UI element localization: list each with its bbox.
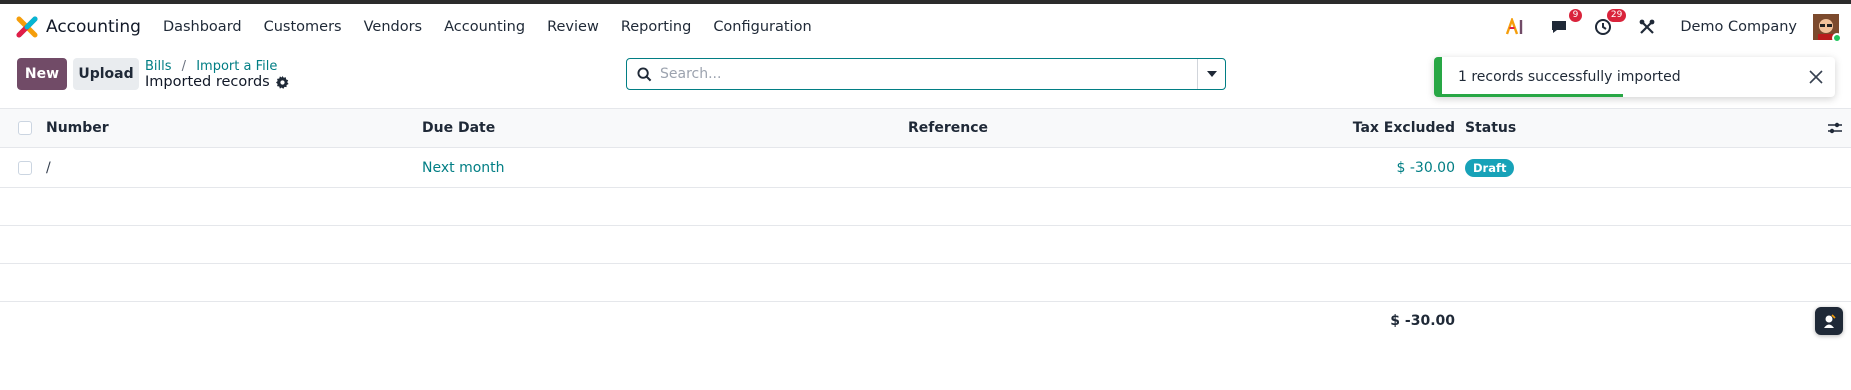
menu-vendors[interactable]: Vendors (364, 19, 423, 35)
menu-review[interactable]: Review (547, 19, 599, 35)
app-name: Accounting (46, 17, 141, 37)
tools-icon[interactable] (1636, 16, 1658, 38)
table-row[interactable]: / Next month $ -30.00 Draft (0, 148, 1851, 188)
select-all-checkbox[interactable] (18, 121, 32, 135)
menu-reporting[interactable]: Reporting (621, 19, 692, 35)
cell-status: Draft (1465, 148, 1515, 187)
col-status[interactable]: Status (1465, 109, 1516, 147)
empty-row (0, 188, 1851, 226)
breadcrumb: Bills / Import a File (145, 59, 277, 74)
menu-customers[interactable]: Customers (264, 19, 342, 35)
status-badge: Draft (1465, 158, 1515, 177)
gear-icon[interactable] (275, 75, 289, 89)
bills-list: Number Due Date Reference Tax Excluded S… (0, 108, 1851, 340)
main-menu: Dashboard Customers Vendors Accounting R… (163, 19, 834, 35)
toast-progress-bar (1442, 94, 1623, 97)
upload-button[interactable]: Upload (73, 58, 139, 90)
cell-due-date[interactable]: Next month (422, 148, 505, 187)
empty-row (0, 226, 1851, 264)
breadcrumb-separator: / (181, 59, 187, 74)
notification-toast: 1 records successfully imported (1434, 57, 1835, 97)
app-logo-icon (16, 16, 38, 38)
clock-icon[interactable]: 29 (1592, 9, 1627, 38)
avatar[interactable] (1813, 14, 1842, 43)
ai-icon[interactable] (1504, 16, 1526, 38)
menu-dashboard[interactable]: Dashboard (163, 19, 242, 35)
assistant-icon[interactable] (1815, 307, 1843, 335)
messages-badge: 9 (1568, 9, 1583, 22)
online-status-dot (1832, 33, 1842, 43)
table-footer: $ -30.00 (0, 302, 1851, 340)
systray: 9 29 Demo Company (1504, 4, 1851, 50)
row-checkbox[interactable] (18, 160, 32, 175)
company-name[interactable]: Demo Company (1680, 19, 1797, 35)
breadcrumb-bills[interactable]: Bills (145, 59, 172, 74)
search-options-toggle[interactable] (1197, 59, 1225, 89)
search-input[interactable] (660, 66, 1197, 82)
toast-message: 1 records successfully imported (1458, 69, 1681, 85)
search-icon (637, 66, 652, 82)
navbar: Accounting Dashboard Customers Vendors A… (0, 4, 1851, 50)
brand[interactable]: Accounting (16, 16, 141, 38)
col-number[interactable]: Number (46, 109, 109, 147)
caret-down-icon (1206, 71, 1217, 77)
close-icon[interactable] (1807, 68, 1825, 86)
search-bar (626, 58, 1226, 90)
empty-row (0, 264, 1851, 302)
column-options-icon[interactable] (1827, 109, 1843, 147)
col-due-date[interactable]: Due Date (422, 109, 495, 147)
breadcrumb-import-file[interactable]: Import a File (196, 59, 277, 74)
col-reference[interactable]: Reference (908, 109, 988, 147)
cell-tax-excluded: $ -30.00 (1396, 159, 1456, 176)
page-title: Imported records (145, 74, 289, 90)
col-tax-excluded[interactable]: Tax Excluded (1353, 109, 1455, 147)
chat-icon[interactable]: 9 (1548, 9, 1583, 38)
activities-badge: 29 (1606, 9, 1627, 22)
page-title-text: Imported records (145, 74, 270, 90)
cell-number: / (46, 159, 51, 176)
total-tax-excluded: $ -30.00 (1390, 313, 1455, 329)
menu-configuration[interactable]: Configuration (713, 19, 811, 35)
menu-accounting[interactable]: Accounting (444, 19, 525, 35)
table-header: Number Due Date Reference Tax Excluded S… (0, 108, 1851, 148)
new-button[interactable]: New (17, 58, 67, 90)
